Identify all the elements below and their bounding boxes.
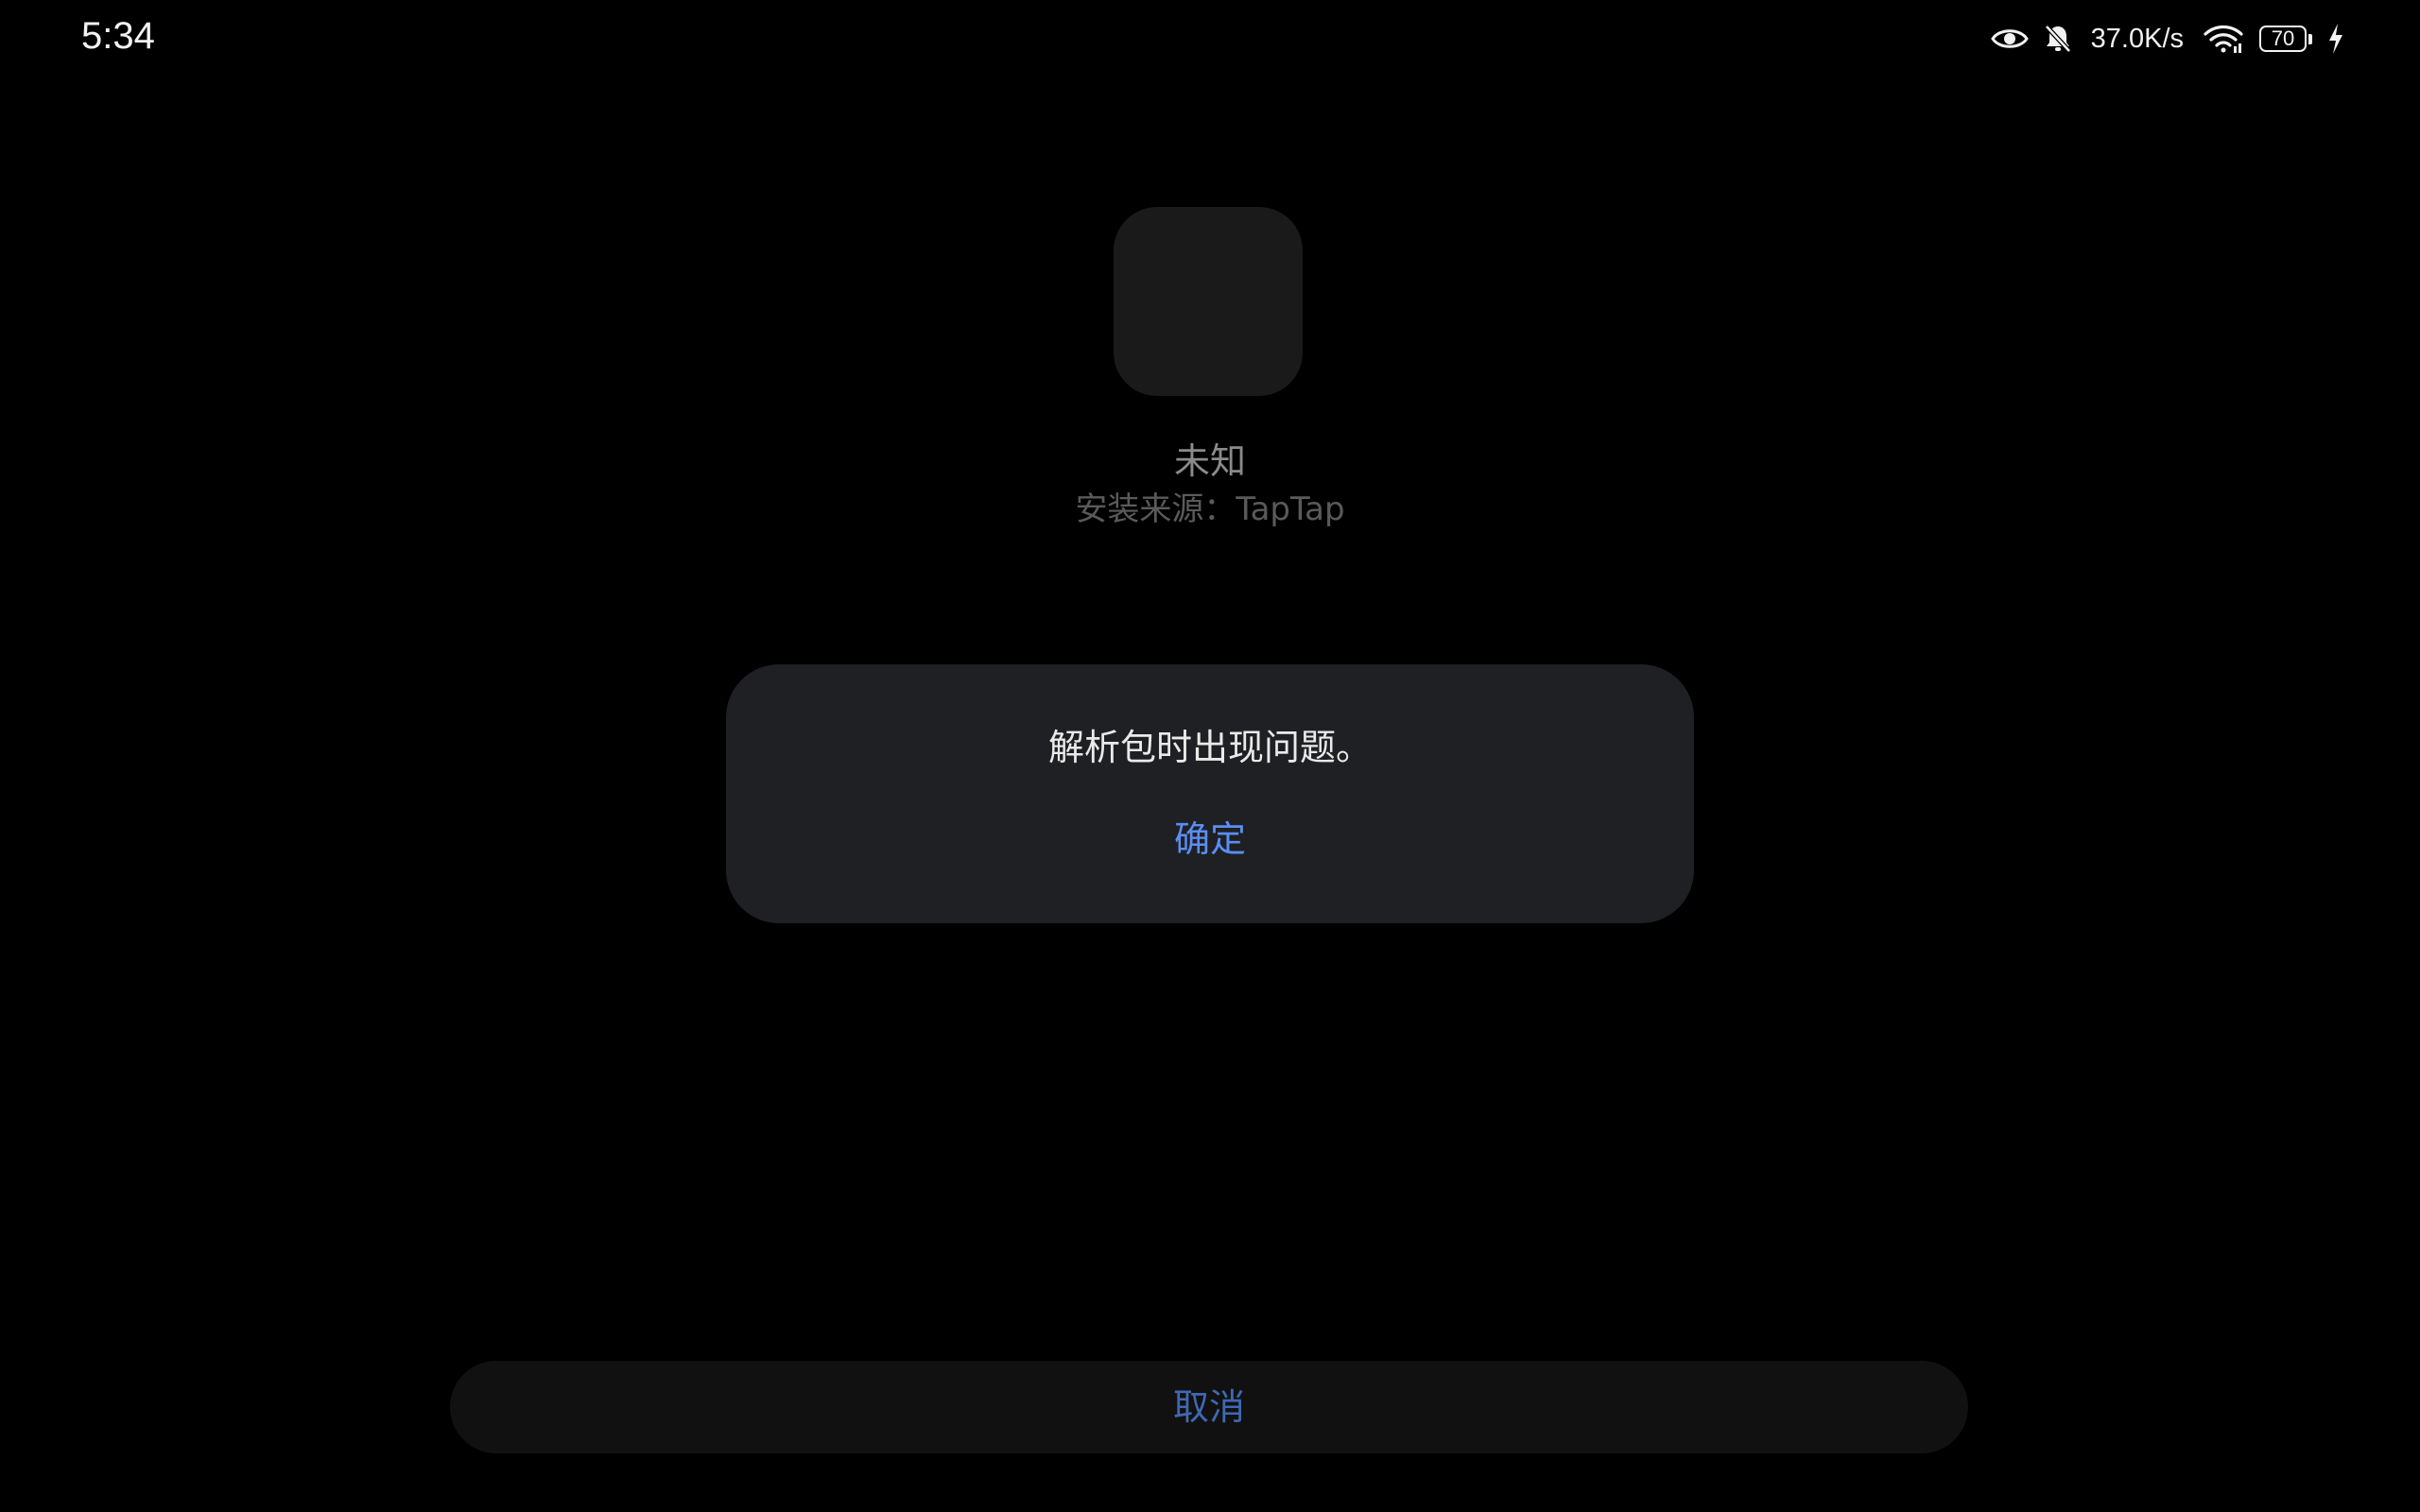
dialog-message: 解析包时出现问题。 xyxy=(1047,727,1372,768)
app-icon-placeholder xyxy=(1114,207,1303,396)
charging-bolt-icon xyxy=(2327,23,2344,55)
app-name: 未知 xyxy=(1173,440,1246,482)
error-dialog: 解析包时出现问题。 确定 xyxy=(726,664,1694,923)
install-source-label: 安装来源：TapTap xyxy=(1075,490,1345,528)
battery-icon: 70 xyxy=(2259,26,2312,52)
status-time: 5:34 xyxy=(81,15,155,57)
network-speed: 37.0K/s xyxy=(2090,23,2184,54)
confirm-button[interactable]: 确定 xyxy=(1115,806,1305,872)
status-icons: 37.0K/s 70 xyxy=(1990,17,2344,60)
battery-tip xyxy=(2308,33,2312,44)
cancel-button[interactable]: 取消 xyxy=(450,1361,1968,1453)
bell-off-icon xyxy=(2044,24,2072,54)
battery-level: 70 xyxy=(2259,26,2307,52)
wifi-icon xyxy=(2203,24,2244,54)
package-installer-screen: 5:34 37.0K/s 70 未知 安装来源：TapTap 解析包时出现问题。… xyxy=(0,0,2420,1512)
eye-icon xyxy=(1990,26,2029,51)
